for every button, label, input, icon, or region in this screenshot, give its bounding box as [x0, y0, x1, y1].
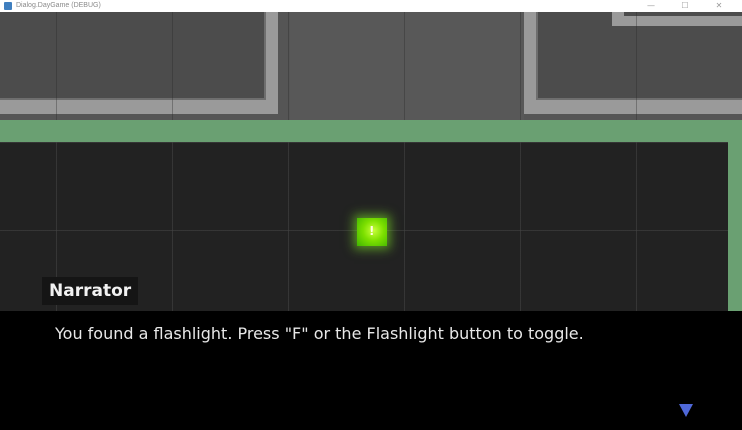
upper-corridor [0, 12, 742, 120]
close-button[interactable]: ✕ [702, 0, 736, 12]
game-viewport[interactable]: ! Narrator You found a flashlight. Press… [0, 12, 742, 430]
window-controls: — ☐ ✕ [634, 0, 736, 12]
app-icon [4, 2, 12, 10]
window-title-bar: Dialog.DayGame (DEBUG) — ☐ ✕ [0, 0, 742, 12]
dialog-text: You found a flashlight. Press "F" or the… [55, 324, 584, 343]
wall-notch [612, 12, 742, 26]
wall-right [524, 12, 742, 114]
continue-arrow-icon[interactable] [679, 404, 693, 417]
wall-left [0, 12, 278, 114]
player-exclamation-icon: ! [369, 224, 375, 238]
speaker-tag: Narrator [42, 277, 139, 305]
corridor-floor [290, 12, 524, 120]
player-sprite: ! [357, 218, 387, 246]
maximize-button[interactable]: ☐ [668, 0, 702, 12]
speaker-name: Narrator [49, 281, 132, 301]
window-title: Dialog.DayGame (DEBUG) [16, 2, 101, 9]
dialog-box[interactable]: You found a flashlight. Press "F" or the… [0, 311, 742, 430]
minimize-button[interactable]: — [634, 0, 668, 12]
